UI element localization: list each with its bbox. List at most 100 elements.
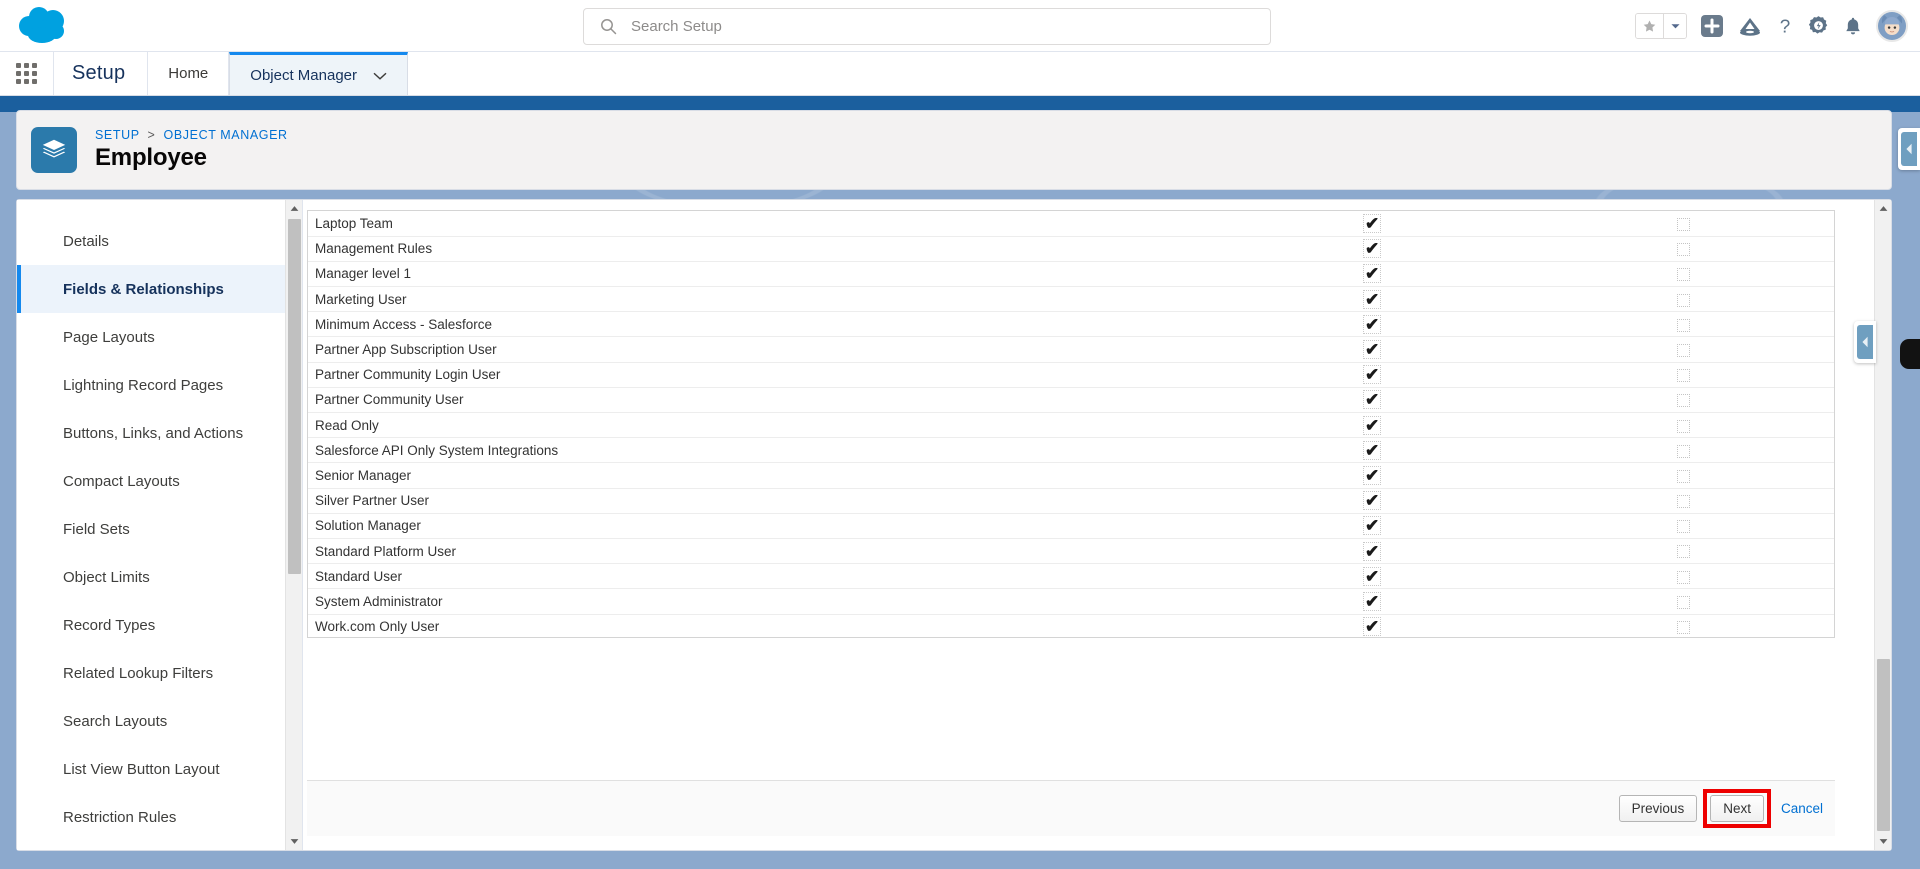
sidebar-item-buttons-links-and-actions[interactable]: Buttons, Links, and Actions (17, 409, 302, 457)
sidebar-item-fields-relationships[interactable]: Fields & Relationships (17, 265, 302, 313)
previous-button[interactable]: Previous (1618, 795, 1698, 822)
trailhead-icon[interactable] (1737, 15, 1763, 37)
checkbox-unchecked-icon[interactable] (1676, 595, 1690, 609)
visible-checkbox-cell[interactable]: ✔ (1211, 513, 1533, 539)
read-only-checkbox-cell[interactable] (1532, 588, 1834, 615)
sidebar-item-list-view-button-layout[interactable]: List View Button Layout (17, 745, 302, 793)
checkmark-icon: ✔ (1363, 566, 1382, 586)
checkbox-unchecked-icon[interactable] (1676, 621, 1690, 635)
tab-object-manager[interactable]: Object Manager (229, 52, 409, 95)
add-plus-icon[interactable] (1700, 14, 1724, 38)
checkbox-unchecked-icon[interactable] (1676, 268, 1690, 282)
help-question-icon[interactable]: ? (1776, 14, 1794, 38)
checkbox-unchecked-icon[interactable] (1676, 570, 1690, 584)
visible-checkbox-cell[interactable]: ✔ (1211, 588, 1533, 615)
sidebar-item-restriction-rules[interactable]: Restriction Rules (17, 793, 302, 841)
checkbox-unchecked-icon[interactable] (1676, 318, 1690, 332)
visible-checkbox-cell[interactable]: ✔ (1211, 563, 1533, 590)
page-scrollbar[interactable] (1874, 200, 1891, 850)
read-only-checkbox-cell[interactable] (1532, 211, 1834, 237)
visible-checkbox-cell[interactable]: ✔ (1211, 311, 1533, 338)
visible-checkbox-cell[interactable]: ✔ (1211, 336, 1533, 363)
breadcrumb-object-manager-link[interactable]: OBJECT MANAGER (164, 128, 288, 142)
visible-checkbox-cell[interactable]: ✔ (1211, 261, 1533, 288)
sidebar-item-related-lookup-filters[interactable]: Related Lookup Filters (17, 649, 302, 697)
sidebar-item-details[interactable]: Details (17, 217, 302, 265)
favorites-dropdown-caret-icon[interactable] (1664, 14, 1686, 38)
sidebar-scroll-thumb[interactable] (288, 219, 301, 574)
visible-checkbox-cell[interactable]: ✔ (1211, 437, 1533, 464)
checkmark-icon: ✔ (1363, 213, 1382, 233)
read-only-checkbox-cell[interactable] (1532, 286, 1834, 313)
read-only-checkbox-cell[interactable] (1532, 412, 1834, 439)
visible-checkbox-cell[interactable]: ✔ (1211, 488, 1533, 514)
read-only-checkbox-cell[interactable] (1532, 538, 1834, 565)
search-setup-box[interactable] (583, 8, 1271, 45)
sidebar-scroll-up-icon[interactable] (286, 200, 302, 217)
visible-checkbox-cell[interactable]: ✔ (1211, 614, 1533, 637)
read-only-checkbox-cell[interactable] (1532, 488, 1834, 514)
read-only-checkbox-cell[interactable] (1532, 336, 1834, 363)
visible-checkbox-cell[interactable]: ✔ (1211, 462, 1533, 489)
read-only-checkbox-cell[interactable] (1532, 387, 1834, 414)
visible-checkbox-cell[interactable]: ✔ (1211, 286, 1533, 313)
sidebar-item-page-layouts[interactable]: Page Layouts (17, 313, 302, 361)
checkbox-unchecked-icon[interactable] (1676, 293, 1690, 307)
page-scroll-up-icon[interactable] (1875, 200, 1891, 217)
checkbox-unchecked-icon[interactable] (1676, 243, 1690, 257)
visible-checkbox-cell[interactable]: ✔ (1211, 236, 1533, 262)
page-scroll-thumb[interactable] (1877, 659, 1890, 831)
page-scroll-down-icon[interactable] (1875, 833, 1891, 850)
sidebar-scrollbar[interactable] (285, 200, 302, 850)
checkbox-unchecked-icon[interactable] (1676, 444, 1690, 458)
sidebar-item-search-layouts[interactable]: Search Layouts (17, 697, 302, 745)
sidebar-item-object-limits[interactable]: Object Limits (17, 553, 302, 601)
checkbox-unchecked-icon[interactable] (1676, 343, 1690, 357)
salesforce-cloud-logo[interactable] (15, 4, 77, 48)
sidebar-item-record-types[interactable]: Record Types (17, 601, 302, 649)
visible-checkbox-cell[interactable]: ✔ (1211, 362, 1533, 388)
read-only-checkbox-cell[interactable] (1532, 563, 1834, 590)
breadcrumb-setup-link[interactable]: SETUP (95, 128, 139, 142)
collapse-panel-tab-middle[interactable] (1854, 321, 1876, 363)
visible-checkbox-cell[interactable]: ✔ (1211, 412, 1533, 439)
visible-checkbox-cell[interactable]: ✔ (1211, 387, 1533, 414)
read-only-checkbox-cell[interactable] (1532, 362, 1834, 388)
checkbox-unchecked-icon[interactable] (1676, 217, 1690, 231)
object-stack-icon (31, 127, 77, 173)
visible-checkbox-cell[interactable]: ✔ (1211, 538, 1533, 565)
checkbox-unchecked-icon[interactable] (1676, 369, 1690, 383)
sidebar-scroll-down-icon[interactable] (286, 833, 302, 850)
cancel-link[interactable]: Cancel (1781, 801, 1823, 816)
checkbox-unchecked-icon[interactable] (1676, 545, 1690, 559)
checkbox-unchecked-icon[interactable] (1676, 520, 1690, 534)
read-only-checkbox-cell[interactable] (1532, 236, 1834, 262)
sidebar-item-compact-layouts[interactable]: Compact Layouts (17, 457, 302, 505)
checkbox-unchecked-icon[interactable] (1676, 394, 1690, 408)
sidebar-item-lightning-record-pages[interactable]: Lightning Record Pages (17, 361, 302, 409)
read-only-checkbox-cell[interactable] (1532, 437, 1834, 464)
read-only-checkbox-cell[interactable] (1532, 261, 1834, 288)
tab-home[interactable]: Home (148, 52, 230, 95)
user-avatar[interactable] (1876, 10, 1908, 42)
visible-checkbox-cell[interactable]: ✔ (1211, 211, 1533, 237)
chevron-down-icon[interactable] (373, 67, 387, 84)
read-only-checkbox-cell[interactable] (1532, 311, 1834, 338)
checkbox-unchecked-icon[interactable] (1676, 469, 1690, 483)
app-launcher-icon[interactable] (0, 52, 54, 95)
search-input[interactable] (631, 18, 1191, 35)
read-only-checkbox-cell[interactable] (1532, 513, 1834, 539)
read-only-checkbox-cell[interactable] (1532, 614, 1834, 637)
checkbox-unchecked-icon[interactable] (1676, 419, 1690, 433)
favorites-control[interactable] (1635, 13, 1687, 39)
profile-name-cell: System Administrator (308, 588, 1212, 615)
collapse-panel-tab-top[interactable] (1898, 128, 1920, 170)
sidebar-item-field-sets[interactable]: Field Sets (17, 505, 302, 553)
checkmark-icon: ✔ (1363, 365, 1382, 385)
favorites-star-icon[interactable] (1636, 14, 1664, 38)
next-button[interactable]: Next (1710, 795, 1764, 822)
checkbox-unchecked-icon[interactable] (1676, 495, 1690, 509)
setup-gear-icon[interactable] (1807, 15, 1830, 38)
read-only-checkbox-cell[interactable] (1532, 462, 1834, 489)
notifications-bell-icon[interactable] (1843, 15, 1863, 38)
